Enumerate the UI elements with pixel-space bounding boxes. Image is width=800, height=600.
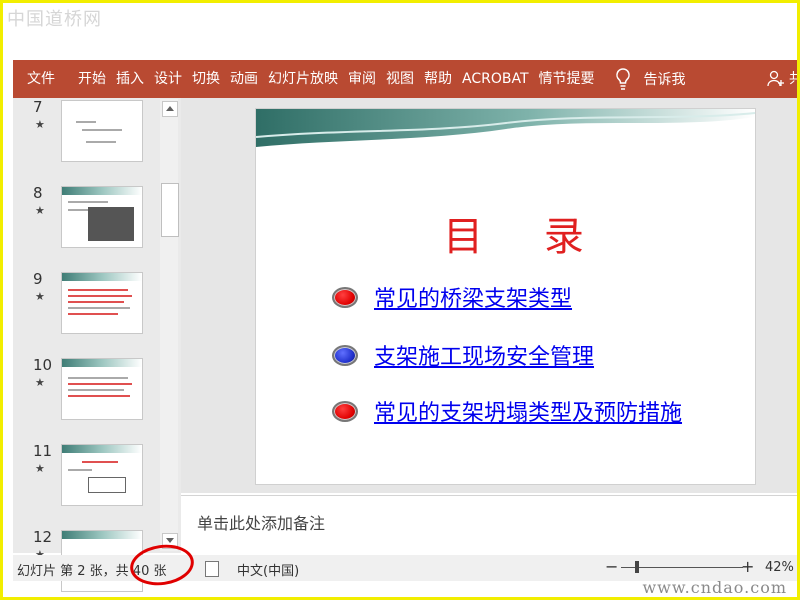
thumbnail-number: 9 — [33, 270, 43, 288]
window-frame: 中国道桥网 文件 开始 插入 设计 切换 动画 幻灯片放映 审阅 视图 帮助 A… — [0, 0, 800, 600]
thumbnail-image — [61, 444, 143, 506]
watermark-logo-top: 中国道桥网 — [7, 9, 102, 30]
scroll-up-arrow-icon[interactable] — [162, 101, 178, 117]
share-button[interactable]: 共 — [767, 60, 797, 98]
person-add-icon — [767, 70, 784, 87]
zoom-out-button[interactable]: − — [605, 557, 618, 576]
tab-help[interactable]: 帮助 — [421, 60, 455, 98]
thumbnail-image — [61, 100, 143, 162]
slide-thumbnail-pane: 7 ★ 8 ★ 9 ★ 10 ★ 11 ★ 12 — [13, 98, 181, 592]
zoom-slider-handle[interactable] — [635, 561, 639, 573]
tell-me-search[interactable]: 告诉我 — [614, 67, 686, 91]
thumbnail-scrollbar[interactable] — [160, 99, 179, 551]
thumbnail-image — [61, 186, 143, 248]
slide-header-wave — [256, 109, 755, 147]
animation-star-icon: ★ — [35, 204, 45, 217]
toc-link-2[interactable]: 支架施工现场安全管理 — [374, 339, 594, 371]
animation-star-icon: ★ — [35, 290, 45, 303]
red-bullet-icon — [332, 286, 358, 308]
thumbnail-number: 10 — [33, 356, 53, 374]
share-label: 共 — [789, 60, 797, 98]
tab-design[interactable]: 设计 — [151, 60, 185, 98]
tab-transitions[interactable]: 切换 — [189, 60, 223, 98]
language-status[interactable]: 中文(中国) — [237, 560, 299, 579]
tell-me-label: 告诉我 — [643, 72, 686, 88]
toc-item-2[interactable]: 支架施工现场安全管理 — [332, 339, 594, 371]
red-bullet-icon — [332, 400, 358, 422]
toc-item-3[interactable]: 常见的支架坍塌类型及预防措施 — [332, 395, 682, 427]
tab-home[interactable]: 开始 — [75, 60, 109, 98]
scrollbar-thumb[interactable] — [161, 183, 179, 237]
notes-placeholder: 单击此处添加备注 — [197, 514, 326, 533]
tab-acrobat[interactable]: ACROBAT — [459, 60, 532, 98]
thumbnail-number: 8 — [33, 184, 43, 202]
tab-view[interactable]: 视图 — [383, 60, 417, 98]
slide-title: 目 录 — [443, 214, 608, 260]
zoom-slider[interactable] — [621, 567, 743, 568]
notes-pane[interactable]: 单击此处添加备注 — [181, 495, 797, 554]
zoom-in-button[interactable]: + — [741, 557, 754, 576]
thumbnail-image — [61, 358, 143, 420]
animation-star-icon: ★ — [35, 118, 45, 131]
blue-bullet-icon — [332, 344, 358, 366]
thumbnail-number: 12 — [33, 528, 53, 546]
tab-storyboard[interactable]: 情节提要 — [536, 60, 598, 98]
tab-animations[interactable]: 动画 — [227, 60, 261, 98]
toc-link-3[interactable]: 常见的支架坍塌类型及预防措施 — [374, 395, 682, 427]
tab-insert[interactable]: 插入 — [113, 60, 147, 98]
current-slide[interactable]: 目 录 常见的桥梁支架类型 支架施工现场安全管理 常见的支架坍塌类型及预防措施 — [255, 108, 756, 485]
tab-review[interactable]: 审阅 — [345, 60, 379, 98]
toc-link-1[interactable]: 常见的桥梁支架类型 — [374, 281, 572, 313]
watermark-url-bottom: www.cndao.com — [642, 578, 787, 597]
spellcheck-icon[interactable] — [205, 561, 219, 577]
thumbnail-number: 11 — [33, 442, 53, 460]
animation-star-icon: ★ — [35, 462, 45, 475]
zoom-level[interactable]: 42% — [765, 560, 794, 575]
animation-star-icon: ★ — [35, 376, 45, 389]
thumbnail-image — [61, 272, 143, 334]
ribbon-tab-bar: 文件 开始 插入 设计 切换 动画 幻灯片放映 审阅 视图 帮助 ACROBAT… — [13, 60, 797, 98]
tab-slideshow[interactable]: 幻灯片放映 — [265, 60, 341, 98]
toc-item-1[interactable]: 常见的桥梁支架类型 — [332, 281, 572, 313]
tab-file[interactable]: 文件 — [13, 60, 71, 98]
lightbulb-icon — [615, 68, 630, 90]
thumbnail-number: 7 — [33, 98, 43, 116]
